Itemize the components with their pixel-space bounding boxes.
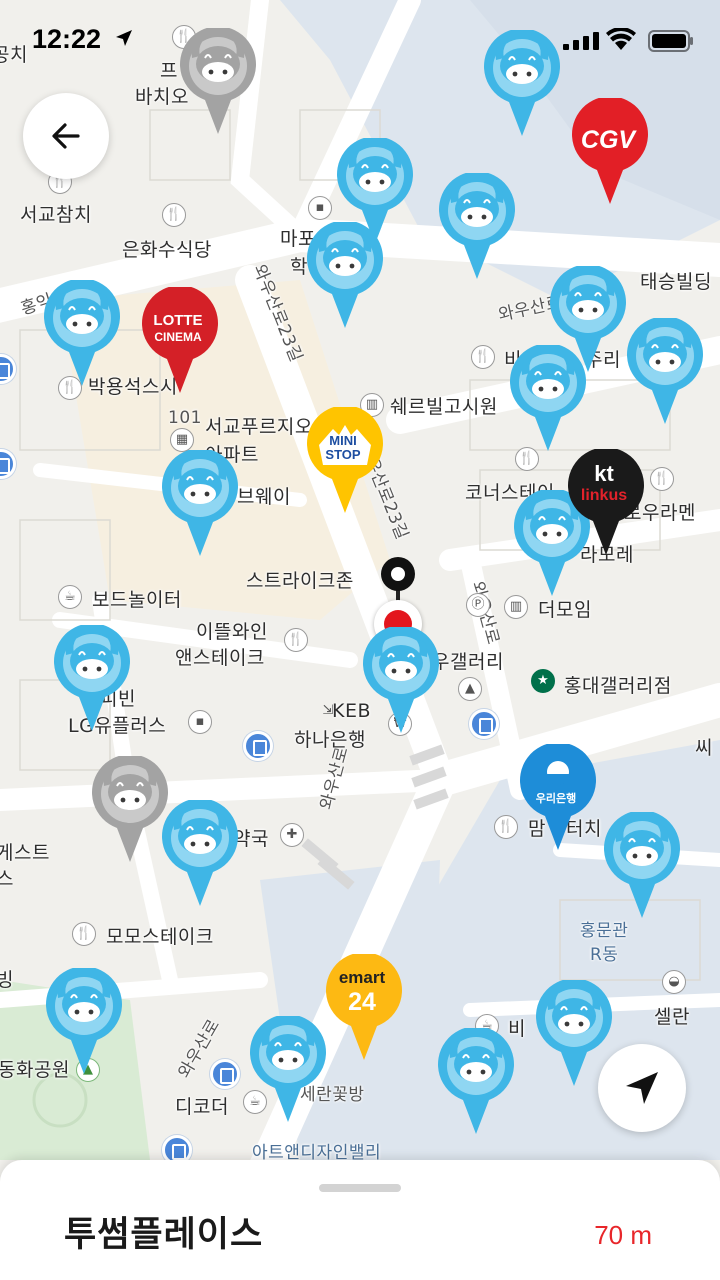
- pharmacy-icon[interactable]: ✚: [280, 823, 304, 847]
- cgv-pin[interactable]: CGV: [570, 98, 650, 208]
- cafe-icon[interactable]: ☕: [58, 585, 82, 609]
- emart24-pin[interactable]: emart 24: [324, 954, 404, 1064]
- parking-icon[interactable]: Ⓟ: [466, 593, 490, 617]
- bus-stop-icon[interactable]: [243, 731, 273, 761]
- cow-mascot-pin[interactable]: [248, 1016, 328, 1126]
- cow-mascot-pin[interactable]: [602, 812, 682, 922]
- poi-label: 서교푸르지오: [205, 416, 313, 438]
- poi-label: 셀란: [654, 1006, 690, 1028]
- poi-label: 모모스테이크: [106, 926, 214, 948]
- cow-mascot-pin[interactable]: [44, 968, 124, 1078]
- restaurant-icon[interactable]: 🍴: [494, 815, 518, 839]
- ministop-pin[interactable]: MINI STOP: [305, 407, 385, 517]
- cow-mascot-pin[interactable]: [160, 450, 240, 560]
- bus-stop-icon[interactable]: [210, 1059, 240, 1089]
- navigation-arrow-icon: [626, 1072, 658, 1104]
- poi-label: 하나은행: [294, 729, 366, 751]
- building-icon[interactable]: ▪: [188, 710, 212, 734]
- cow-mascot-pin[interactable]: [42, 280, 122, 390]
- cow-mascot-pin-inactive[interactable]: [178, 28, 258, 138]
- cow-mascot-pin[interactable]: [361, 627, 441, 737]
- woori-bank-pin[interactable]: 우리은행: [518, 744, 598, 854]
- restaurant-icon[interactable]: 🍴: [162, 203, 186, 227]
- gallery-icon[interactable]: ▲: [458, 677, 482, 701]
- back-arrow-icon: [52, 123, 80, 149]
- restaurant-icon[interactable]: 🍴: [72, 922, 96, 946]
- cow-mascot-pin[interactable]: [305, 222, 385, 332]
- restaurant-icon[interactable]: 🍴: [471, 345, 495, 369]
- cow-mascot-pin[interactable]: [436, 1028, 516, 1138]
- apartment-icon[interactable]: ▦: [170, 428, 194, 452]
- starbucks-icon[interactable]: ★: [531, 669, 555, 693]
- poi-label: 빙: [0, 969, 14, 991]
- poi-label: 은화수식당: [122, 239, 212, 261]
- poi-label: 서교참치: [20, 204, 92, 226]
- poi-label: 홍대갤러리점: [564, 675, 672, 697]
- poi-label: 보드놀이터: [92, 589, 182, 611]
- cow-mascot-pin[interactable]: [625, 318, 705, 428]
- poi-label: 앤스테이크: [175, 647, 265, 669]
- poi-label: 이뜰와인: [196, 621, 268, 643]
- place-distance: 70 m: [594, 1220, 652, 1250]
- cow-mascot-pin[interactable]: [482, 30, 562, 140]
- poi-label: 공치: [0, 44, 28, 66]
- poi-label: 게스트: [0, 842, 50, 864]
- back-button[interactable]: [23, 93, 109, 179]
- kt-linkus-pin[interactable]: kt linkus: [566, 449, 646, 559]
- poi-label: 스트라이크존: [246, 570, 354, 592]
- cow-mascot-pin[interactable]: [52, 625, 132, 735]
- sheet-drag-handle[interactable]: [319, 1184, 401, 1192]
- poi-label: 스: [0, 868, 14, 890]
- poi-label: R동: [590, 945, 619, 965]
- current-location-button[interactable]: [598, 1044, 686, 1132]
- lotte-cinema-pin[interactable]: LOTTE CINEMA: [140, 287, 220, 397]
- building-icon[interactable]: ▪: [308, 196, 332, 220]
- restaurant-icon[interactable]: 🍴: [650, 467, 674, 491]
- bakery-icon[interactable]: ◒: [662, 970, 686, 994]
- poi-label: 브웨이: [237, 486, 291, 508]
- selected-pin-head: [381, 557, 415, 591]
- poi-label: 씨: [695, 737, 713, 759]
- poi-label: 쉐르빌고시원: [390, 396, 498, 418]
- poi-label: 우갤러리: [432, 651, 504, 673]
- bus-stop-icon[interactable]: [469, 709, 499, 739]
- restaurant-icon[interactable]: 🍴: [284, 628, 308, 652]
- entrance-icon: ⇲: [322, 703, 334, 718]
- cow-mascot-pin[interactable]: [160, 800, 240, 910]
- poi-label: 101: [168, 408, 202, 428]
- place-name: 투썸플레이스: [64, 1215, 264, 1255]
- cow-mascot-pin[interactable]: [508, 345, 588, 455]
- poi-label: 태승빌딩: [640, 271, 712, 293]
- cow-mascot-pin[interactable]: [437, 173, 517, 283]
- cow-mascot-pin-inactive[interactable]: [90, 756, 170, 866]
- poi-label: 프: [160, 60, 178, 82]
- place-bottom-sheet[interactable]: 투썸플레이스 70 m: [0, 1160, 720, 1280]
- poi-label: 디코더: [175, 1096, 229, 1118]
